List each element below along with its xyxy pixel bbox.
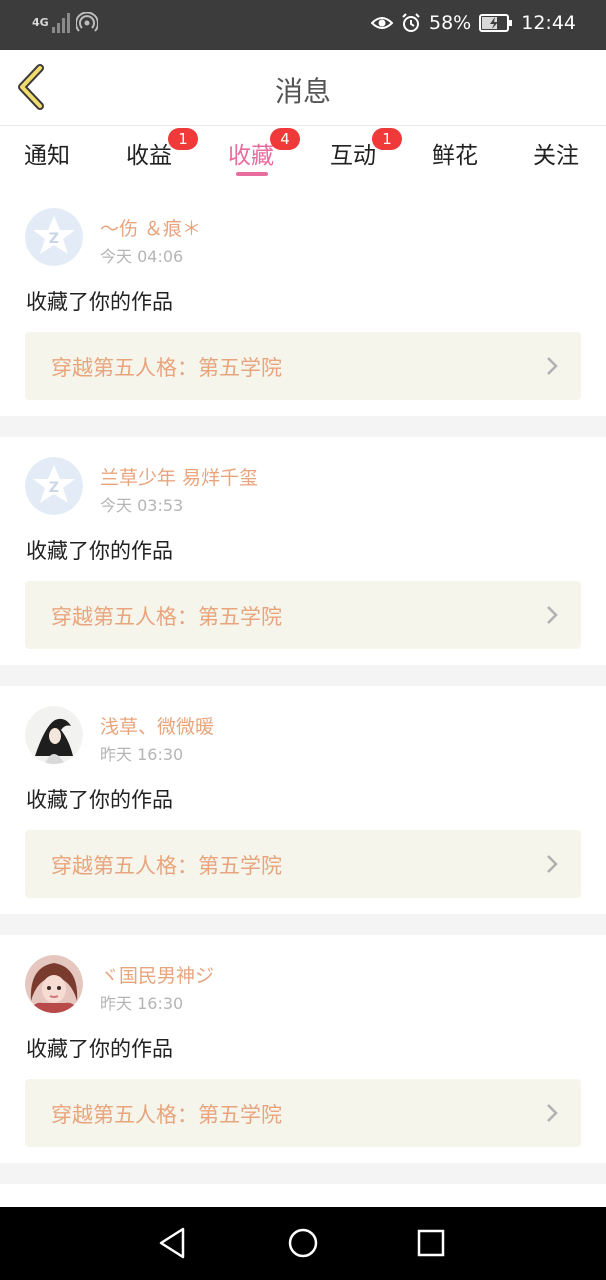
status-bar: 4G 58% 12:44 — [0, 0, 606, 50]
tab-label: 通知 — [24, 143, 70, 169]
message-text: 收藏了你的作品 — [26, 1037, 173, 1061]
system-nav-bar — [0, 1207, 606, 1280]
work-link[interactable]: 穿越第五人格：第五学院 — [25, 332, 581, 400]
avatar[interactable]: Z — [25, 457, 83, 515]
tab-earnings[interactable]: 收益 1 — [126, 128, 198, 170]
timestamp: 今天 04:06 — [100, 247, 184, 266]
work-link[interactable]: 穿越第五人格：第五学院 — [25, 581, 581, 649]
chevron-right-icon — [547, 855, 558, 873]
notification-list: Z ～伤 ＆痕＊ 今天 04:06 收藏了你的作品 穿越第五人格：第五学院 Z … — [0, 188, 606, 1184]
username[interactable]: ～伤 ＆痕＊ — [100, 214, 201, 241]
signal-icon — [52, 13, 70, 33]
eye-icon — [371, 17, 393, 29]
avatar[interactable]: Z — [25, 208, 83, 266]
message-text: 收藏了你的作品 — [26, 788, 173, 812]
avatar[interactable] — [25, 955, 83, 1013]
tab-interaction[interactable]: 互动 1 — [330, 128, 402, 170]
photo-avatar-icon — [25, 955, 83, 1013]
photo-avatar-icon — [25, 706, 83, 764]
tab-label: 收益 — [126, 143, 172, 169]
svg-text:Z: Z — [49, 231, 59, 247]
message-text: 收藏了你的作品 — [26, 290, 173, 314]
battery-percent: 58% — [429, 12, 472, 34]
username[interactable]: 兰草少年 易烊千玺 — [100, 463, 258, 490]
timestamp: 今天 03:53 — [100, 496, 184, 515]
battery-charging-icon — [479, 14, 513, 32]
wifi-hotspot-icon — [76, 12, 98, 32]
clock: 12:44 — [521, 12, 576, 34]
network-type: 4G — [32, 16, 49, 29]
nav-recents-icon[interactable] — [413, 1225, 449, 1261]
tab-notice[interactable]: 通知 — [24, 136, 70, 170]
default-avatar-icon: Z — [25, 457, 83, 515]
default-avatar-icon: Z — [25, 208, 83, 266]
work-title: 穿越第五人格：第五学院 — [51, 854, 282, 878]
chevron-right-icon — [547, 1104, 558, 1122]
active-tab-indicator — [236, 172, 268, 176]
divider — [0, 665, 606, 686]
tab-label: 鲜花 — [432, 143, 478, 169]
message-text: 收藏了你的作品 — [26, 539, 173, 563]
timestamp: 昨天 16:30 — [100, 745, 184, 764]
avatar[interactable] — [25, 706, 83, 764]
unread-badge: 4 — [270, 128, 300, 150]
nav-home-icon[interactable] — [285, 1225, 321, 1261]
tab-flowers[interactable]: 鲜花 — [432, 136, 478, 170]
divider — [0, 1163, 606, 1184]
username[interactable]: ヾ国民男神ジ — [100, 961, 214, 988]
list-item: ヾ国民男神ジ 昨天 16:30 收藏了你的作品 穿越第五人格：第五学院 — [0, 935, 606, 1163]
chevron-right-icon — [547, 606, 558, 624]
app-header: 消息 — [0, 50, 606, 126]
work-title: 穿越第五人格：第五学院 — [51, 605, 282, 629]
work-link[interactable]: 穿越第五人格：第五学院 — [25, 1079, 581, 1147]
timestamp: 昨天 16:30 — [100, 994, 184, 1013]
work-title: 穿越第五人格：第五学院 — [51, 356, 282, 380]
work-title: 穿越第五人格：第五学院 — [51, 1103, 282, 1127]
alarm-icon — [402, 13, 420, 32]
divider — [0, 914, 606, 935]
work-link[interactable]: 穿越第五人格：第五学院 — [25, 830, 581, 898]
tab-label: 收藏 — [228, 143, 274, 169]
tab-bar: 通知 收益 1 收藏 4 互动 1 鲜花 关注 — [0, 126, 606, 188]
nav-back-icon[interactable] — [155, 1225, 191, 1261]
divider — [0, 416, 606, 437]
unread-badge: 1 — [168, 128, 198, 150]
svg-text:Z: Z — [49, 480, 59, 496]
page-title: 消息 — [274, 75, 331, 108]
list-item: Z 兰草少年 易烊千玺 今天 03:53 收藏了你的作品 穿越第五人格：第五学院 — [0, 437, 606, 665]
list-item: Z ～伤 ＆痕＊ 今天 04:06 收藏了你的作品 穿越第五人格：第五学院 — [0, 188, 606, 416]
tab-label: 关注 — [533, 143, 579, 169]
username[interactable]: 浅草、微微暖 — [100, 712, 214, 739]
list-item: 浅草、微微暖 昨天 16:30 收藏了你的作品 穿越第五人格：第五学院 — [0, 686, 606, 914]
tab-follow[interactable]: 关注 — [533, 136, 579, 170]
chevron-right-icon — [547, 357, 558, 375]
unread-badge: 1 — [372, 128, 402, 150]
tab-favorites[interactable]: 收藏 4 — [228, 128, 300, 170]
tab-label: 互动 — [330, 143, 376, 169]
